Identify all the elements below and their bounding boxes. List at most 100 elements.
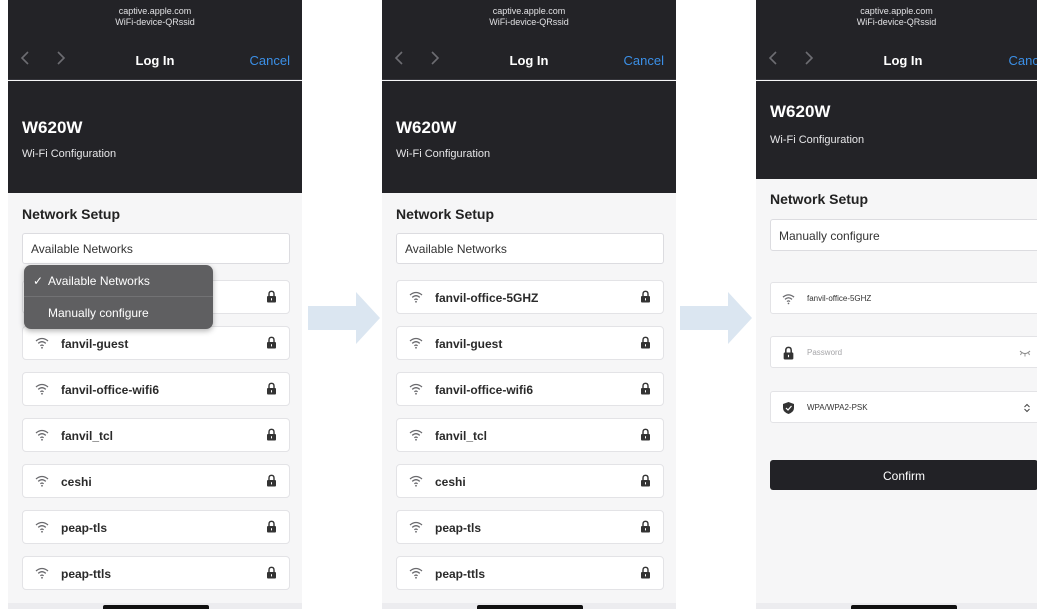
network-mode-select[interactable]: Available Networks <box>396 233 664 264</box>
screen-manual-configure: captive.apple.com WiFi-device-QRssid Log… <box>756 0 1037 609</box>
checkmark-icon: ✓ <box>33 274 44 288</box>
lock-icon <box>267 566 276 579</box>
ssid-field[interactable]: fanvil-office-5GHZ <box>770 282 1037 314</box>
cancel-button[interactable]: Cancel <box>624 53 664 68</box>
network-row[interactable]: fanvil-guest <box>396 326 664 360</box>
confirm-button[interactable]: Confirm <box>770 460 1037 490</box>
host-label: captive.apple.com <box>118 6 192 16</box>
network-ssid: fanvil-guest <box>61 337 129 351</box>
browser-bar: captive.apple.com WiFi-device-QRssid Log… <box>8 0 302 80</box>
ssid-label: WiFi-device-QRssid <box>489 17 569 27</box>
menu-item-label: Manually configure <box>48 306 149 320</box>
wifi-icon <box>409 429 423 441</box>
password-placeholder: Password <box>807 348 843 357</box>
home-indicator <box>103 605 209 609</box>
network-ssid: fanvil-office-wifi6 <box>61 383 160 397</box>
cancel-button[interactable]: Cancel <box>1009 53 1037 68</box>
network-ssid: fanvil-guest <box>435 337 503 351</box>
network-mode-select[interactable]: Available Networks <box>22 233 290 264</box>
wifi-icon <box>409 291 423 303</box>
lock-icon <box>267 474 276 487</box>
wifi-icon <box>35 475 49 487</box>
network-ssid: fanvil_tcl <box>61 429 114 443</box>
wifi-icon <box>409 475 423 487</box>
network-row[interactable]: fanvil_tcl <box>396 418 664 452</box>
host-label: captive.apple.com <box>492 6 566 16</box>
wifi-icon <box>409 567 423 579</box>
network-ssid: fanvil-office-5GHZ <box>435 291 539 305</box>
lock-icon <box>641 474 650 487</box>
home-indicator <box>477 605 583 609</box>
wifi-icon <box>35 383 49 395</box>
device-header: W620W Wi-Fi Configuration <box>8 81 302 193</box>
wifi-icon <box>409 521 423 533</box>
security-select[interactable]: WPA/WPA2-PSK <box>770 391 1037 423</box>
eye-closed-icon[interactable] <box>1019 349 1031 357</box>
page-title: Log In <box>883 53 923 68</box>
lock-icon <box>641 428 650 441</box>
lock-icon <box>641 520 650 533</box>
device-model: W620W <box>770 102 831 121</box>
lock-icon <box>783 346 794 360</box>
network-ssid: ceshi <box>435 475 466 489</box>
network-row[interactable]: fanvil-guest <box>22 326 290 360</box>
section-title: Network Setup <box>22 206 121 222</box>
lock-icon <box>641 382 650 395</box>
lock-icon <box>641 566 650 579</box>
lock-icon <box>267 336 276 349</box>
wifi-icon <box>35 429 49 441</box>
network-row[interactable]: ceshi <box>22 464 290 498</box>
network-mode-menu: ✓ Available Networks Manually configure <box>24 265 213 329</box>
device-model: W620W <box>396 118 457 137</box>
network-row[interactable]: peap-ttls <box>396 556 664 590</box>
network-row[interactable]: fanvil-office-wifi6 <box>396 372 664 406</box>
device-model: W620W <box>22 118 83 137</box>
browser-bar: captive.apple.com WiFi-device-QRssid Log… <box>756 0 1037 80</box>
home-indicator <box>851 605 957 609</box>
network-row[interactable]: fanvil_tcl <box>22 418 290 452</box>
wifi-icon <box>35 337 49 349</box>
device-subtitle: Wi-Fi Configuration <box>22 148 117 160</box>
wifi-icon <box>409 383 423 395</box>
network-ssid: ceshi <box>61 475 92 489</box>
section-title: Network Setup <box>396 206 495 222</box>
lock-icon <box>267 428 276 441</box>
network-row[interactable]: peap-ttls <box>22 556 290 590</box>
menu-item-available-networks[interactable]: ✓ Available Networks <box>24 265 213 297</box>
ssid-label: WiFi-device-QRssid <box>115 17 195 27</box>
lock-icon <box>267 382 276 395</box>
network-row[interactable]: peap-tls <box>22 510 290 544</box>
lock-icon <box>267 520 276 533</box>
network-row[interactable]: fanvil-office-wifi6 <box>22 372 290 406</box>
wifi-icon <box>35 567 49 579</box>
device-header: W620W Wi-Fi Configuration <box>382 81 676 193</box>
network-ssid: peap-ttls <box>61 567 112 581</box>
screen-available-networks: captive.apple.com WiFi-device-QRssid Log… <box>382 0 676 609</box>
section-title: Network Setup <box>770 191 869 207</box>
browser-bar: captive.apple.com WiFi-device-QRssid Log… <box>382 0 676 80</box>
network-row[interactable]: peap-tls <box>396 510 664 544</box>
network-ssid: fanvil_tcl <box>435 429 488 443</box>
shield-icon <box>783 402 794 414</box>
ssid-label: WiFi-device-QRssid <box>856 17 937 27</box>
arrow-right-icon <box>308 292 380 344</box>
host-label: captive.apple.com <box>860 6 933 16</box>
cancel-button[interactable]: Cancel <box>250 53 290 68</box>
menu-item-label: Available Networks <box>48 274 150 288</box>
network-ssid: peap-tls <box>435 521 482 535</box>
wifi-icon <box>782 294 795 305</box>
network-ssid: fanvil-office-wifi6 <box>435 383 534 397</box>
network-mode-select[interactable]: Manually configure <box>770 219 1037 251</box>
security-value: WPA/WPA2-PSK <box>807 403 868 412</box>
network-row[interactable]: fanvil-office-5GHZ <box>396 280 664 314</box>
wifi-icon <box>409 337 423 349</box>
arrow-right-icon <box>680 292 752 344</box>
password-field[interactable]: Password <box>770 336 1037 368</box>
lock-icon <box>641 290 650 303</box>
menu-item-manually-configure[interactable]: Manually configure <box>24 297 213 329</box>
ssid-value: fanvil-office-5GHZ <box>807 294 872 303</box>
network-ssid: peap-ttls <box>435 567 486 581</box>
screen-available-networks-dropdown: captive.apple.com WiFi-device-QRssid Log… <box>8 0 302 609</box>
network-row[interactable]: ceshi <box>396 464 664 498</box>
device-header: W620W Wi-Fi Configuration <box>756 81 1037 179</box>
